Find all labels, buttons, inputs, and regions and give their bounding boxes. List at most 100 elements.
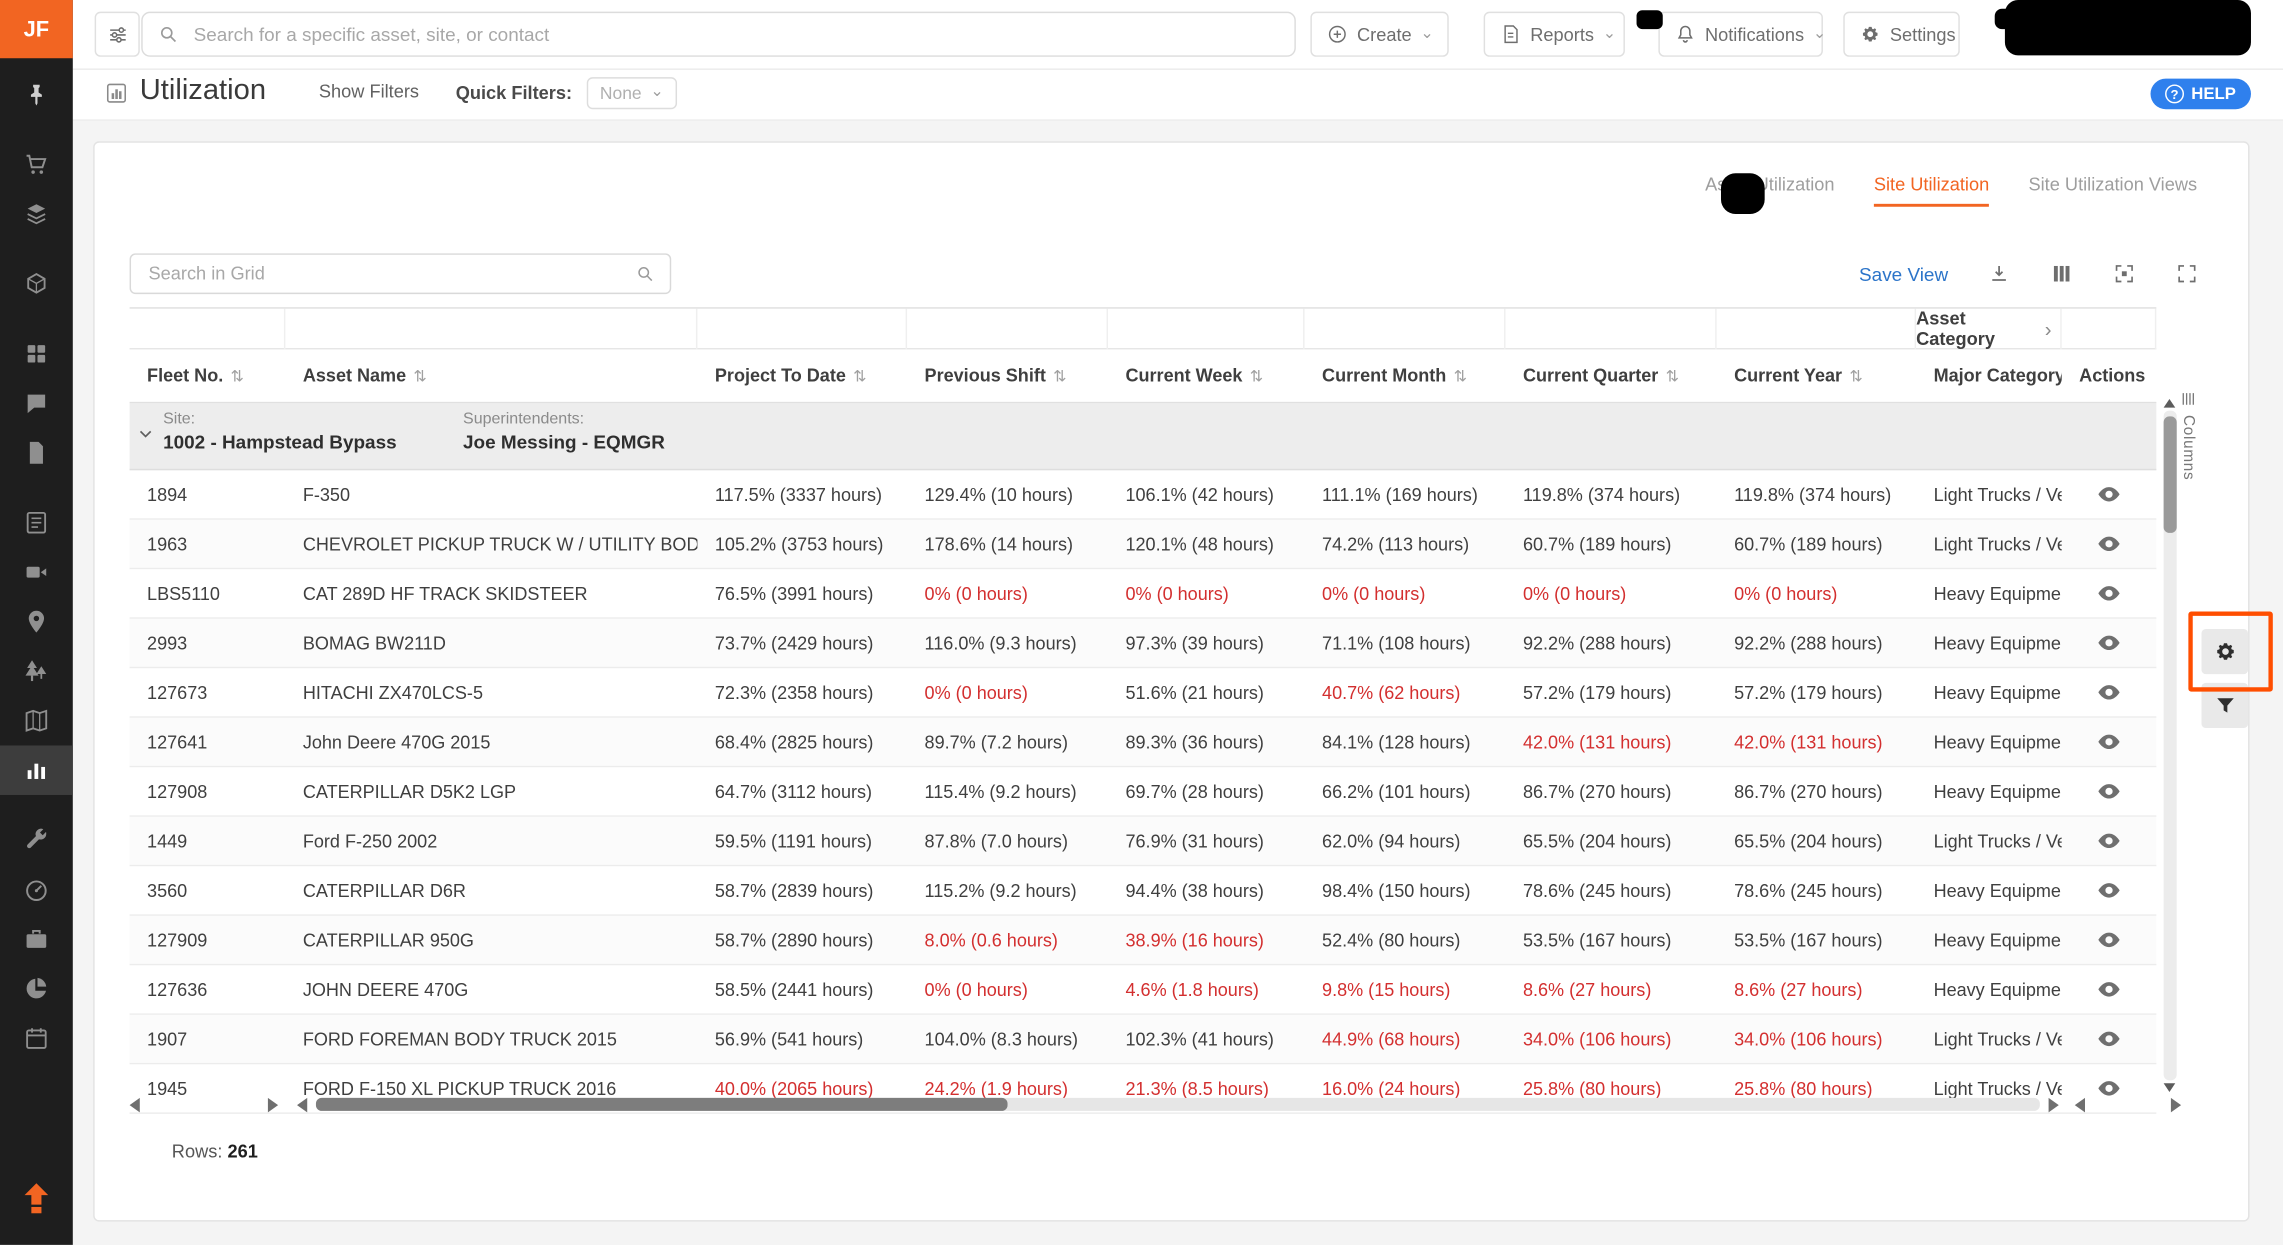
save-view-link[interactable]: Save View <box>1859 263 1948 285</box>
sidebar-item-location[interactable] <box>0 597 73 647</box>
sidebar-item-pin[interactable] <box>0 70 73 120</box>
quick-filters-dropdown[interactable]: None <box>586 77 677 110</box>
scroll-up-arrow[interactable] <box>2163 398 2176 408</box>
sidebar-item-pie-chart[interactable] <box>0 964 73 1014</box>
table-row[interactable]: LBS5110 CAT 289D HF TRACK SKIDSTEER 76.5% … <box>129 569 2157 619</box>
cell-utilization: 0% (0 hours) <box>924 979 1028 1000</box>
table-row[interactable]: 2993 BOMAG BW211D 73.7% (2429 hours) 116.0%… <box>129 618 2157 669</box>
column-header-major-category[interactable]: Major Category <box>1916 349 2062 401</box>
sidebar-item-map[interactable] <box>0 696 73 746</box>
vertical-scroll-track[interactable] <box>2162 410 2176 1081</box>
sidebar-item-chat[interactable] <box>0 379 73 429</box>
tune-filters-button[interactable] <box>94 11 140 57</box>
column-header-current-week[interactable]: Current Week <box>1108 349 1305 401</box>
vertical-scroll-thumb[interactable] <box>2162 416 2176 533</box>
notifications-button[interactable]: Notifications <box>1658 11 1823 57</box>
scroll-left-arrow[interactable] <box>2074 1097 2085 1113</box>
column-header-current-month[interactable]: Current Month <box>1305 349 1506 401</box>
table-row[interactable]: 127908 CATERPILLAR D5K2 LGP 64.7% (3112 ho… <box>129 767 2157 817</box>
global-search-input[interactable] <box>190 21 1280 47</box>
sidebar-item-chart[interactable] <box>0 745 73 795</box>
scroll-right-arrow[interactable] <box>2048 1097 2059 1113</box>
sidebar-item-gauge[interactable] <box>0 865 73 915</box>
fit-screen-icon[interactable] <box>2113 262 2136 285</box>
settings-button[interactable]: Settings <box>1843 11 1960 57</box>
site-group-row[interactable]: Site: 1002 - Hampstead Bypass Superinten… <box>129 403 2157 471</box>
table-row[interactable]: 127636 JOHN DEERE 470G 58.5% (2441 hours) 0… <box>129 965 2157 1015</box>
table-row[interactable]: 1963 CHEVROLET PICKUP TRUCK W / UTILITY B… <box>129 519 2157 570</box>
sidebar-item-wrench[interactable] <box>0 815 73 865</box>
view-asset-icon[interactable] <box>2097 531 2122 556</box>
help-button[interactable]: HELP <box>2150 78 2251 110</box>
brand-logo-icon[interactable] <box>17 1179 55 1224</box>
sidebar-item-video[interactable] <box>0 547 73 597</box>
cell-major-category: Light Trucks / Vehi <box>1933 484 2062 505</box>
scroll-right-arrow[interactable] <box>2170 1097 2182 1113</box>
table-row[interactable]: 3560 CATERPILLAR D6R 58.7% (2839 hours) 115… <box>129 866 2157 916</box>
scroll-right-arrow[interactable] <box>267 1097 279 1113</box>
view-asset-icon[interactable] <box>2097 581 2122 606</box>
fullscreen-icon[interactable] <box>2175 262 2198 285</box>
table-row[interactable]: 127641 John Deere 470G 2015 68.4% (2825 ho… <box>129 717 2157 768</box>
view-asset-icon[interactable] <box>2097 1026 2122 1051</box>
reports-button[interactable]: Reports <box>1483 11 1625 57</box>
vertical-scrollbar[interactable] <box>2161 398 2178 1092</box>
sidebar-item-form[interactable] <box>0 498 73 548</box>
column-header-previous-shift[interactable]: Previous Shift <box>907 349 1108 401</box>
view-asset-icon[interactable] <box>2097 779 2122 804</box>
cell-utilization: 68.4% (2825 hours) <box>714 731 874 753</box>
scroll-down-arrow[interactable] <box>2163 1083 2176 1092</box>
grid-search-input[interactable] <box>145 262 635 286</box>
column-header-fleet-no[interactable]: Fleet No. <box>130 349 286 401</box>
sidebar-item-cart[interactable] <box>0 140 73 190</box>
view-asset-icon[interactable] <box>2097 878 2122 903</box>
rows-value: 261 <box>227 1141 258 1162</box>
tab-site-utilization[interactable]: Site Utilization <box>1873 175 1990 207</box>
column-header-project-to-date[interactable]: Project To Date <box>697 349 907 401</box>
page-header: Utilization Show Filters Quick Filters: … <box>72 68 2283 121</box>
app-stage: JF Create Reports Notifications <box>0 0 2283 1245</box>
sidebar-item-calendar[interactable] <box>0 1013 73 1063</box>
sidebar-item-cube[interactable] <box>0 259 73 309</box>
scroll-left-arrow[interactable] <box>129 1097 140 1113</box>
grid-filter-button[interactable] <box>2201 682 2249 728</box>
columns-panel-toggle[interactable]: Columns <box>2180 390 2197 480</box>
cell-utilization: 74.2% (113 hours) <box>1322 533 1470 555</box>
view-asset-icon[interactable] <box>2097 828 2122 853</box>
table-row[interactable]: 127673 HITACHI ZX470LCS-5 72.3% (2358 hour… <box>129 668 2157 718</box>
quick-filters-value: None <box>599 82 642 104</box>
sidebar-item-packages[interactable] <box>0 189 73 239</box>
view-asset-icon[interactable] <box>2097 927 2122 952</box>
sort-icon <box>1849 365 1862 385</box>
column-header-current-quarter[interactable]: Current Quarter <box>1506 349 1717 401</box>
table-row[interactable]: 1449 Ford F-250 2002 59.5% (1191 hours) 87.… <box>129 816 2157 867</box>
view-asset-icon[interactable] <box>2097 482 2122 507</box>
sidebar-item-document[interactable] <box>0 428 73 478</box>
view-asset-icon[interactable] <box>2097 729 2122 754</box>
tab-site-utilization-views[interactable]: Site Utilization Views <box>2029 175 2198 207</box>
tune-icon <box>109 26 125 42</box>
sidebar-item-briefcase[interactable] <box>0 914 73 964</box>
view-asset-icon[interactable] <box>2097 630 2122 655</box>
horizontal-scroll-track[interactable] <box>315 1097 2040 1111</box>
sidebar-item-trees[interactable] <box>0 646 73 696</box>
column-header-asset-name[interactable]: Asset Name <box>285 349 697 401</box>
asset-category-group-header[interactable]: Asset Category <box>1916 308 2062 350</box>
view-asset-icon[interactable] <box>2097 680 2122 705</box>
site-info: Site: 1002 - Hampstead Bypass <box>163 411 397 453</box>
sidebar-item-dashboard[interactable] <box>0 329 73 379</box>
chevron-down-icon[interactable] <box>135 424 155 452</box>
user-avatar[interactable]: JF <box>0 0 73 59</box>
create-button[interactable]: Create <box>1310 11 1449 57</box>
column-header-current-year[interactable]: Current Year <box>1717 349 1916 401</box>
scroll-left-arrow[interactable] <box>297 1097 308 1113</box>
view-asset-icon[interactable] <box>2097 977 2122 1002</box>
horizontal-scroll-thumb[interactable] <box>315 1097 1008 1111</box>
show-filters-button[interactable]: Show Filters <box>310 80 428 103</box>
columns-icon[interactable] <box>2050 262 2073 285</box>
table-row[interactable]: 1894 F-350 117.5% (3337 hours) 129.4% (10 h… <box>129 470 2157 520</box>
download-icon[interactable] <box>1987 262 2010 285</box>
table-row[interactable]: 127909 CATERPILLAR 950G 58.7% (2890 hours)… <box>129 915 2157 966</box>
table-row[interactable]: 1907 FORD FOREMAN BODY TRUCK 2015 56.9% (5… <box>129 1014 2157 1065</box>
grid-settings-button[interactable] <box>2201 628 2249 675</box>
